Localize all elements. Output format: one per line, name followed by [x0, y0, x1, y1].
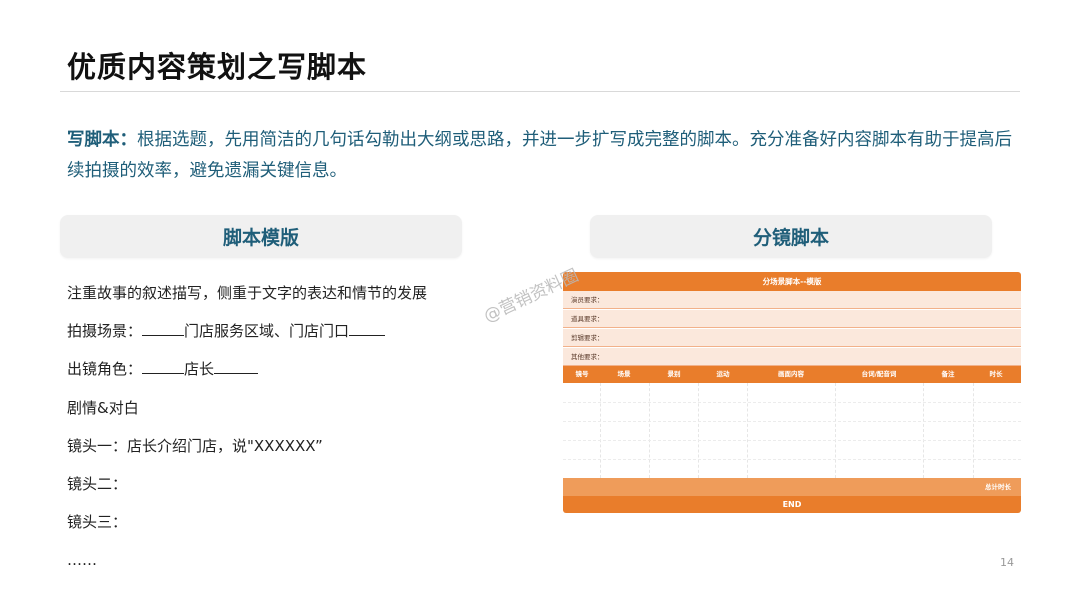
role-value: 店长 — [184, 360, 215, 379]
storyboard-column-headers: 镜号 场景 景别 运动 画面内容 台词/配音词 备注 时长 — [563, 366, 1021, 383]
template-line-emphasis: 注重故事的叙述描写，侧重于文字的表达和情节的发展 — [67, 284, 428, 302]
template-line-shot2: 镜头二： — [67, 474, 128, 493]
column-header: 备注 — [941, 370, 955, 378]
intro-text: 根据选题，先用简洁的几句话勾勒出大纲或思路，并进一步扩写成完整的脚本。充分准备好… — [67, 130, 1012, 181]
requirement-row: 道具要求： — [563, 310, 1021, 328]
scene-value: 门店服务区域、门店门口 — [184, 322, 350, 341]
grid-line — [563, 402, 1021, 403]
blank-underline — [214, 359, 259, 375]
template-line-more: …… — [67, 551, 97, 570]
title-divider — [60, 91, 1020, 92]
role-label: 出镜角色： — [67, 360, 143, 379]
storyboard-total-row: 总计时长 — [563, 478, 1021, 496]
column-header: 运动 — [716, 370, 730, 378]
grid-line — [563, 440, 1021, 441]
blank-underline — [142, 321, 185, 337]
requirement-row: 剪辑要求： — [563, 329, 1021, 347]
column-header: 时长 — [989, 370, 1003, 378]
grid-line — [973, 383, 974, 478]
scene-label: 拍摄场景： — [67, 322, 143, 341]
grid-line — [747, 383, 748, 478]
intro-paragraph: 写脚本：根据选题，先用简洁的几句话勾勒出大纲或思路，并进一步扩写成完整的脚本。充… — [67, 125, 1017, 187]
grid-line — [835, 383, 836, 478]
blank-underline — [142, 359, 185, 375]
column-header: 台词/配音词 — [861, 370, 897, 378]
template-line-role: 出镜角色： 店长 — [67, 359, 487, 397]
grid-line — [600, 383, 601, 478]
template-line-shot3: 镜头三： — [67, 513, 128, 532]
blank-underline — [349, 321, 386, 337]
requirement-row: 演员要求： — [563, 291, 1021, 309]
intro-lead: 写脚本： — [67, 130, 137, 150]
requirement-row: 其他要求： — [563, 348, 1021, 366]
grid-line — [698, 383, 699, 478]
template-line-plot: 剧情&对白 — [67, 398, 139, 417]
storyboard-body — [563, 383, 1021, 478]
grid-line — [923, 383, 924, 478]
column-header: 画面内容 — [778, 370, 804, 378]
slide-title: 优质内容策划之写脚本 — [67, 50, 368, 84]
template-line-scene: 拍摄场景： 门店服务区域、门店门口 — [67, 321, 487, 359]
template-heading: 脚本模版 — [60, 215, 462, 258]
total-duration-label: 总计时长 — [985, 483, 1011, 491]
column-header: 镜号 — [575, 370, 589, 378]
grid-line — [649, 383, 650, 478]
grid-line — [563, 459, 1021, 460]
page-number: 14 — [1000, 556, 1014, 569]
template-list: 注重故事的叙述描写，侧重于文字的表达和情节的发展 拍摄场景： 门店服务区域、门店门… — [67, 283, 487, 589]
storyboard-end-row: END — [563, 496, 1021, 513]
storyboard-heading: 分镜脚本 — [590, 215, 992, 258]
storyboard-table: 分场景脚本--模版 演员要求： 道具要求： 剪辑要求： 其他要求： 镜号 场景 … — [563, 272, 1021, 513]
storyboard-table-title: 分场景脚本--模版 — [563, 272, 1021, 291]
template-line-shot1: 镜头一：店长介绍门店，说"XXXXXX” — [67, 436, 323, 455]
column-header: 景别 — [667, 370, 681, 378]
column-header: 场景 — [617, 370, 631, 378]
grid-line — [563, 421, 1021, 422]
